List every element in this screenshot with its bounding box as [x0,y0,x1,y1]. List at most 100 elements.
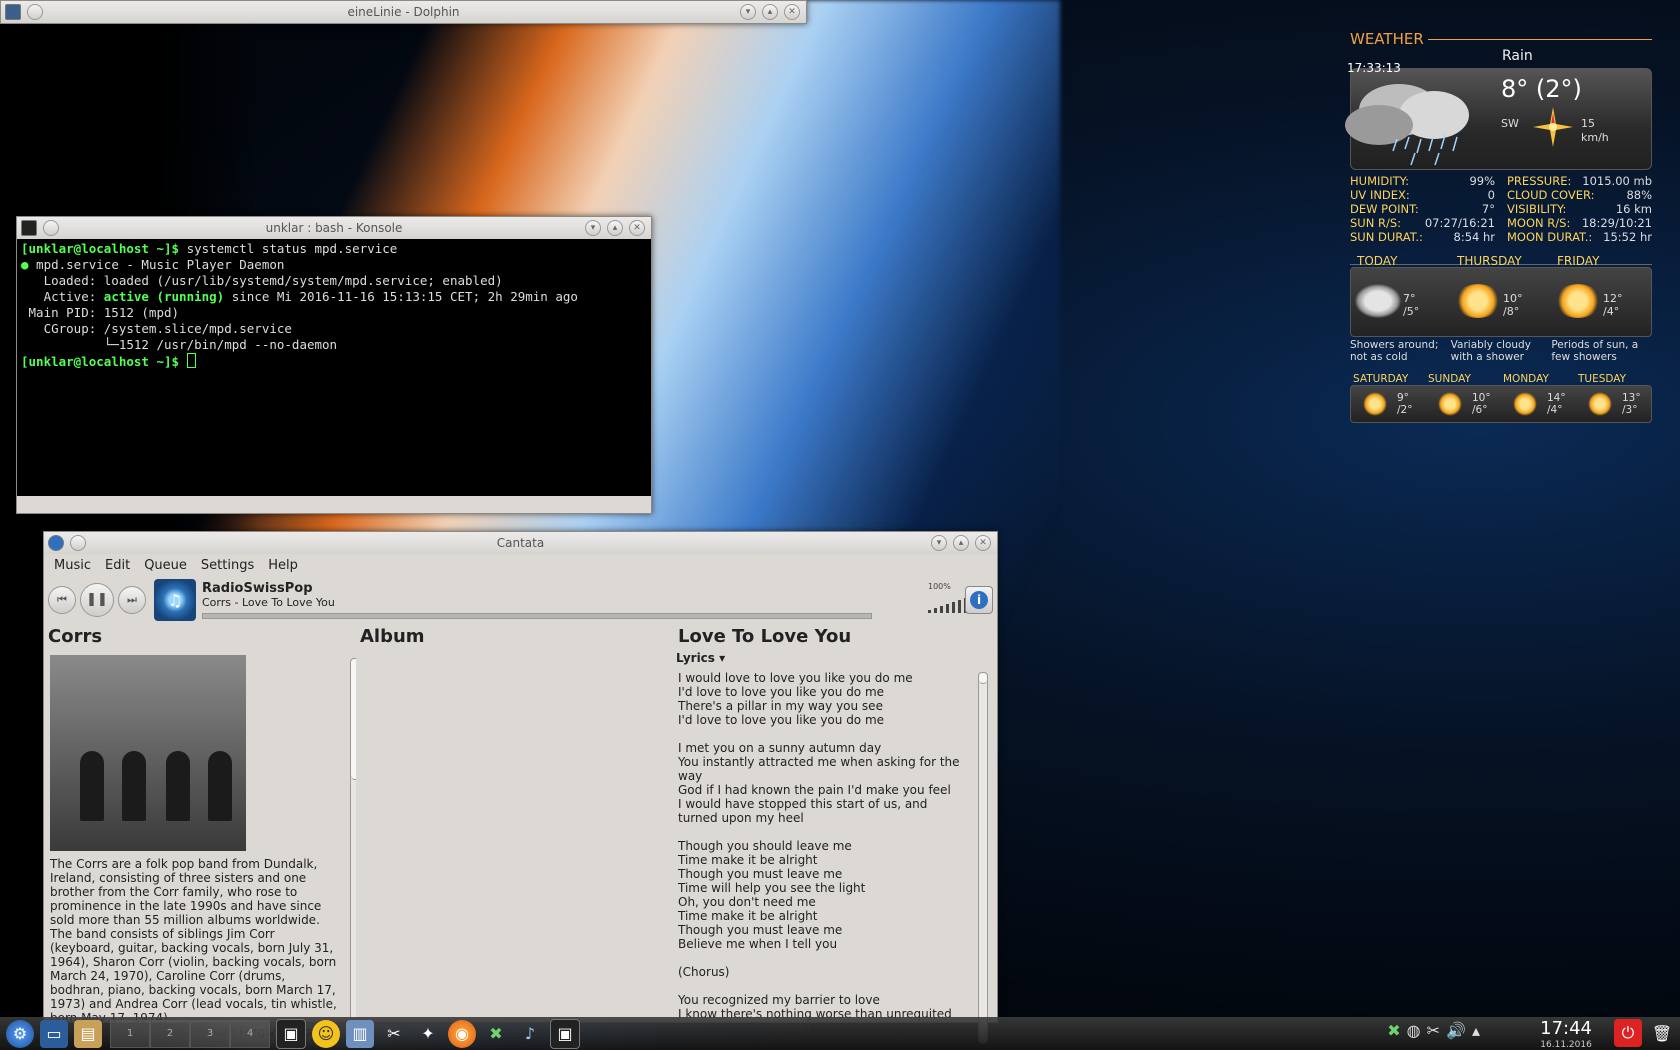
konsole-app-icon[interactable] [21,220,37,236]
tray-expand-icon[interactable]: ▴ [1472,1021,1480,1040]
position-slider[interactable] [202,613,872,619]
weather-time: 17:33:13 [1347,61,1401,75]
weather-stat: HUMIDITY: 99% [1350,174,1495,188]
track-title: Corrs - Love To Love You [202,596,335,609]
folder-icon[interactable]: ▤ [74,1019,102,1048]
forecast-day: THURSDAY 10°/8° [1455,254,1523,318]
terminal-output[interactable]: [unklar@localhost ~]$ systemctl status m… [17,239,651,496]
artist-pane: Corrs The Corrs are a folk pop band from… [44,624,356,1044]
maximize-button[interactable]: ▴ [953,535,969,551]
konsole-title: unklar : bash - Konsole [265,221,403,235]
pager-desktop-2[interactable]: 2 [150,1019,190,1048]
forecast-day: TODAY 7°/5° [1355,254,1420,318]
menu-bar: Music Edit Queue Settings Help [44,554,997,576]
terminal-line: CGroup: /system.slice/mpd.service [21,321,292,336]
forecast-day: MONDAY 14°/4° [1503,373,1566,416]
dolphin-app-icon[interactable] [5,4,21,20]
system-settings-icon[interactable]: ✦ [414,1020,442,1048]
forecast-description: Periods of sun, a few showers [1551,339,1639,363]
network-icon[interactable]: ✖ [1387,1021,1400,1040]
menu-edit[interactable]: Edit [105,558,130,573]
network-tool-icon[interactable]: ✖ [482,1020,510,1048]
artist-heading: Corrs [48,626,103,647]
forecast-day: FRIDAY 12°/4° [1555,254,1623,318]
menu-music[interactable]: Music [54,558,91,573]
pin-icon[interactable] [27,4,43,20]
power-icon[interactable]: ⏻ [1614,1019,1642,1047]
weather-stat: VISIBILITY: 16 km [1507,202,1652,216]
globe-icon[interactable]: ◍ [1407,1021,1421,1040]
cantata-titlebar[interactable]: Cantata ▾ ▴ ✕ [44,532,997,554]
close-button[interactable]: ✕ [975,535,991,551]
terminal-line: Main PID: 1512 (mpd) [21,305,180,320]
rain-cloud-icon [1345,84,1469,166]
cantata-task-icon[interactable]: ♪ [516,1020,544,1048]
pin-icon[interactable] [70,535,86,551]
weather-stat: MOON R/S: 18:29/10:21 [1507,216,1652,230]
current-weather: 17:33:13 8° (2°) SW 15 km/h [1345,61,1652,170]
maximize-button[interactable]: ▴ [607,220,623,236]
pager-desktop-3[interactable]: 3 [190,1019,230,1048]
info-icon: i [970,591,988,609]
sun-icon [1363,392,1387,416]
lyrics-scrollbar[interactable] [978,672,988,1044]
forecast-3day: TODAY 7°/5° THURSDAY 10°/8° FRIDAY 12°/4° [1350,254,1652,337]
now-playing: RadioSwissPop Corrs - Love To Love You [202,581,872,619]
konsole-task-icon[interactable]: ▣ [550,1018,580,1049]
terminal-line: [unklar@localhost ~]$ [21,353,647,369]
current-temperature: 8° (2°) [1501,75,1582,103]
sun-icon [1588,392,1612,416]
terminal-line: Active: active (running) since Mi 2016-1… [21,289,578,304]
sun-icon [1438,392,1462,416]
weather-widget: WEATHER Rain 17:33:13 8° (2°) SW 15 km/h … [1345,30,1652,423]
weather-stat: SUN R/S: 07:27/16:21 [1350,216,1495,230]
showers-icon [1355,284,1401,318]
pager-desktop-1[interactable]: 1 [110,1019,150,1048]
minimize-button[interactable]: ▾ [740,4,756,20]
firefox-icon[interactable]: ◉ [448,1019,476,1048]
close-button[interactable]: ✕ [784,4,800,20]
dolphin-window[interactable]: eineLinie - Dolphin ▾ ▴ ✕ [0,0,807,24]
menu-queue[interactable]: Queue [144,558,187,573]
minimize-button[interactable]: ▾ [931,535,947,551]
artist-image [50,655,246,851]
pause-button[interactable]: ❚❚ [80,583,114,617]
weather-title: WEATHER [1350,30,1652,48]
playback-toolbar: ⏮ ❚❚ ⏭ ♫ RadioSwissPop Corrs - Love To L… [44,576,997,624]
maximize-button[interactable]: ▴ [762,4,778,20]
volume-icon[interactable]: 🔊 [1446,1021,1466,1040]
previous-track-button[interactable]: ⏮ [48,586,76,614]
terminal-line: └─1512 /usr/bin/mpd --no-daemon [21,337,338,352]
pager-desktop-4[interactable]: 4 [230,1019,270,1048]
clipboard-icon[interactable]: ✂ [1427,1021,1440,1040]
context-view: Corrs The Corrs are a folk pop band from… [44,624,997,1044]
pin-icon[interactable] [43,220,59,236]
album-pane: Album [356,624,674,1044]
smiley-icon[interactable]: ☺ [312,1019,340,1048]
menu-settings[interactable]: Settings [201,558,254,573]
sun-icon [1455,284,1501,318]
weather-stat: CLOUD COVER: 88% [1507,188,1652,202]
cantata-window[interactable]: Cantata ▾ ▴ ✕ Music Edit Queue Settings … [43,531,998,1044]
station-name: RadioSwissPop [202,581,313,596]
forecast-day: TUESDAY 13°/3° [1578,373,1641,416]
cantata-app-icon[interactable] [48,535,64,551]
application-launcher-icon[interactable]: ⚙ [6,1019,34,1048]
close-button[interactable]: ✕ [629,220,645,236]
info-button[interactable]: i [965,586,993,614]
lyrics-dropdown[interactable]: Lyrics ▾ [676,651,992,665]
minimize-button[interactable]: ▾ [585,220,601,236]
terminal-icon[interactable]: ▣ [276,1018,306,1049]
next-track-button[interactable]: ⏭ [118,586,146,614]
dolphin-titlebar[interactable]: eineLinie - Dolphin ▾ ▴ ✕ [1,1,806,23]
konsole-titlebar[interactable]: unklar : bash - Konsole ▾ ▴ ✕ [17,217,651,239]
document-icon[interactable]: ▥ [346,1019,374,1048]
clock[interactable]: 17:44 16.11.2016 [1540,1018,1592,1050]
menu-help[interactable]: Help [268,558,298,573]
konsole-window[interactable]: unklar : bash - Konsole ▾ ▴ ✕ [unklar@lo… [16,216,652,514]
desktop-icon[interactable]: ▭ [40,1019,68,1048]
terminal-line: ● mpd.service - Music Player Daemon [21,257,285,272]
station-cover-icon[interactable]: ♫ [154,579,196,621]
trash-icon[interactable]: 🗑 [1648,1019,1676,1047]
tools-icon[interactable]: ✂ [380,1020,408,1048]
